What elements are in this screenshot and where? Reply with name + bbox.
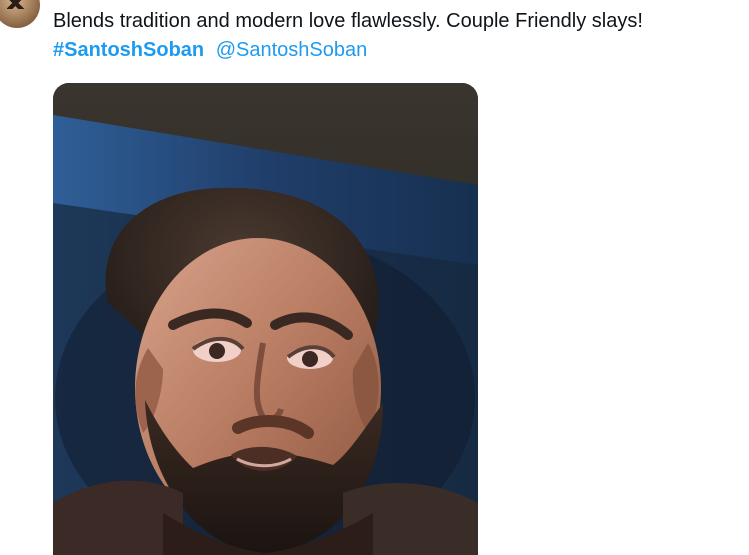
avatar[interactable] — [0, 0, 40, 28]
media-image-icon — [53, 83, 478, 555]
tweet-media[interactable] — [53, 83, 478, 555]
hashtag-link[interactable]: #SantoshSoban — [53, 39, 204, 61]
tweet-text: Blends tradition and modern love flawles… — [53, 10, 643, 32]
tweet-tags: #SantoshSoban @SantoshSoban — [53, 38, 367, 62]
avatar-logo-icon — [7, 0, 27, 9]
mention-link[interactable]: @SantoshSoban — [216, 39, 368, 61]
